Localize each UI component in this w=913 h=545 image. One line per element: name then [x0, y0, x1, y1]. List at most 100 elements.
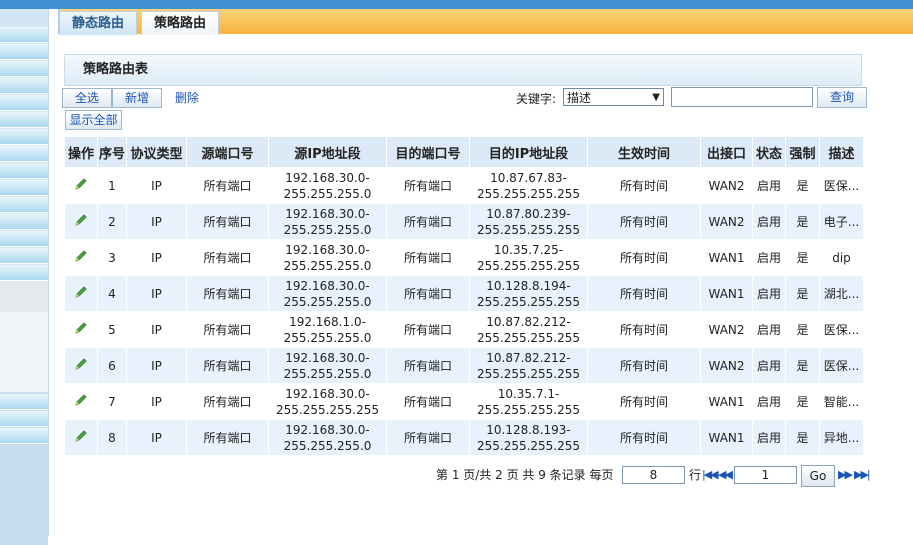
pencil-icon[interactable] — [74, 357, 88, 371]
sidebar-item[interactable] — [0, 394, 48, 410]
seq-cell: 8 — [97, 419, 127, 456]
col-header: 目的端口号 — [386, 136, 470, 168]
interface-cell: WAN2 — [700, 203, 753, 240]
sidebar-item[interactable] — [0, 231, 48, 247]
status-cell: 启用 — [752, 347, 786, 384]
description-cell: 医保... — [819, 167, 864, 204]
force-cell: 是 — [785, 419, 820, 456]
force-cell: 是 — [785, 383, 820, 420]
first-page-icon[interactable]: |◀◀ — [702, 468, 719, 481]
interface-cell: WAN1 — [700, 239, 753, 276]
col-header: 操作 — [64, 136, 98, 168]
sidebar-item[interactable] — [0, 214, 48, 230]
status-cell: 启用 — [752, 167, 786, 204]
dst-port-cell: 所有端口 — [386, 167, 470, 204]
dst-ip-cell: 10.128.8.193- 255.255.255.255 — [469, 419, 588, 456]
sidebar-item[interactable] — [0, 248, 48, 264]
keyword-select[interactable]: 描述 ▼ — [563, 88, 664, 106]
dst-port-cell: 所有端口 — [386, 203, 470, 240]
go-button[interactable]: Go — [801, 465, 835, 487]
keyword-input[interactable] — [671, 87, 813, 107]
top-bar — [0, 0, 913, 9]
sidebar — [0, 9, 48, 545]
src-ip-cell: 192.168.1.0- 255.255.255.0 — [268, 311, 387, 348]
protocol-cell: IP — [126, 347, 187, 384]
src-port-cell: 所有端口 — [186, 419, 269, 456]
dst-ip-mask: 255.255.255.255 — [476, 186, 581, 201]
time-cell: 所有时间 — [587, 167, 701, 204]
sidebar-item[interactable] — [0, 61, 48, 77]
pencil-icon[interactable] — [74, 393, 88, 407]
pencil-icon[interactable] — [74, 285, 88, 299]
dst-ip-cell: 10.87.82.212- 255.255.255.255 — [469, 311, 588, 348]
src-port-cell: 所有端口 — [186, 383, 269, 420]
page-number-input[interactable]: 1 — [734, 466, 797, 484]
sidebar-item[interactable] — [0, 163, 48, 179]
src-ip-start: 192.168.1.0- — [289, 314, 366, 329]
next-page-icon[interactable]: ▶▶ — [838, 468, 853, 481]
pencil-icon[interactable] — [74, 249, 88, 263]
query-button[interactable]: 查询 — [817, 87, 867, 108]
sidebar-item[interactable] — [0, 27, 48, 43]
dst-ip-start: 10.87.80.239- — [486, 206, 571, 221]
sidebar-item[interactable] — [0, 95, 48, 111]
col-header: 目的IP地址段 — [469, 136, 588, 168]
dst-ip-cell: 10.35.7.1- 255.255.255.255 — [469, 383, 588, 420]
description-cell: 湖北... — [819, 275, 864, 312]
policy-route-table: 操作 序号 协议类型 源端口号 源IP地址段 目的端口号 目的IP地址段 生效时… — [64, 136, 864, 456]
sidebar-item[interactable] — [0, 146, 48, 162]
dst-port-cell: 所有端口 — [386, 239, 470, 276]
last-page-icon[interactable]: ▶▶| — [854, 468, 871, 481]
delete-button[interactable]: 删除 — [162, 88, 212, 108]
src-ip-mask: 255.255.255.0 — [283, 438, 372, 453]
sidebar-item[interactable] — [0, 44, 48, 60]
add-button[interactable]: 新增 — [112, 88, 162, 108]
tab-policy-route[interactable]: 策略路由 — [141, 11, 220, 35]
force-cell: 是 — [785, 311, 820, 348]
dst-port-cell: 所有端口 — [386, 347, 470, 384]
col-header: 强制 — [785, 136, 820, 168]
src-ip-cell: 192.168.30.0- 255.255.255.0 — [268, 239, 387, 276]
table-row: 1 IP 所有端口 192.168.30.0- 255.255.255.0 所有端口 10.… — [64, 167, 864, 204]
dst-port-cell: 所有端口 — [386, 419, 470, 456]
src-ip-start: 192.168.30.0- — [285, 206, 370, 221]
dst-ip-start: 10.35.7.1- — [497, 386, 560, 401]
src-port-cell: 所有端口 — [186, 347, 269, 384]
sidebar-item[interactable] — [0, 180, 48, 196]
table-row: 6 IP 所有端口 192.168.30.0- 255.255.255.0 所有端口 10.… — [64, 347, 864, 384]
dst-ip-cell: 10.87.82.212- 255.255.255.255 — [469, 347, 588, 384]
dst-ip-cell: 10.87.67.83- 255.255.255.255 — [469, 167, 588, 204]
prev-page-icon[interactable]: ◀◀ — [718, 468, 733, 481]
dst-port-cell: 所有端口 — [386, 275, 470, 312]
description-cell: 电子... — [819, 203, 864, 240]
pencil-icon[interactable] — [74, 177, 88, 191]
pencil-icon[interactable] — [74, 213, 88, 227]
sidebar-item[interactable] — [0, 112, 48, 128]
row-unit-label: 行 — [689, 468, 702, 482]
col-header: 生效时间 — [587, 136, 701, 168]
sidebar-item[interactable] — [0, 78, 48, 94]
sidebar-item[interactable] — [0, 428, 48, 444]
force-cell: 是 — [785, 203, 820, 240]
select-all-button[interactable]: 全选 — [62, 88, 112, 108]
sidebar-item[interactable] — [0, 197, 48, 213]
dst-ip-start: 10.128.8.193- — [486, 422, 571, 437]
dst-ip-mask: 255.255.255.255 — [476, 294, 581, 309]
force-cell: 是 — [785, 239, 820, 276]
dst-ip-mask: 255.255.255.255 — [476, 438, 581, 453]
pencil-icon[interactable] — [74, 429, 88, 443]
per-page-input[interactable]: 8 — [622, 466, 685, 484]
show-all-button[interactable]: 显示全部 — [65, 110, 122, 130]
sidebar-item[interactable] — [0, 265, 48, 281]
src-ip-start: 192.168.30.0- — [285, 170, 370, 185]
tab-static-route[interactable]: 静态路由 — [59, 11, 138, 35]
sidebar-item[interactable] — [0, 411, 48, 427]
description-cell: 医保... — [819, 311, 864, 348]
time-cell: 所有时间 — [587, 383, 701, 420]
table-header-row: 操作 序号 协议类型 源端口号 源IP地址段 目的端口号 目的IP地址段 生效时… — [64, 136, 864, 168]
pencil-icon[interactable] — [74, 321, 88, 335]
description-cell: 医保... — [819, 347, 864, 384]
sidebar-splitter[interactable] — [48, 9, 58, 536]
sidebar-item[interactable] — [0, 129, 48, 145]
status-cell: 启用 — [752, 275, 786, 312]
